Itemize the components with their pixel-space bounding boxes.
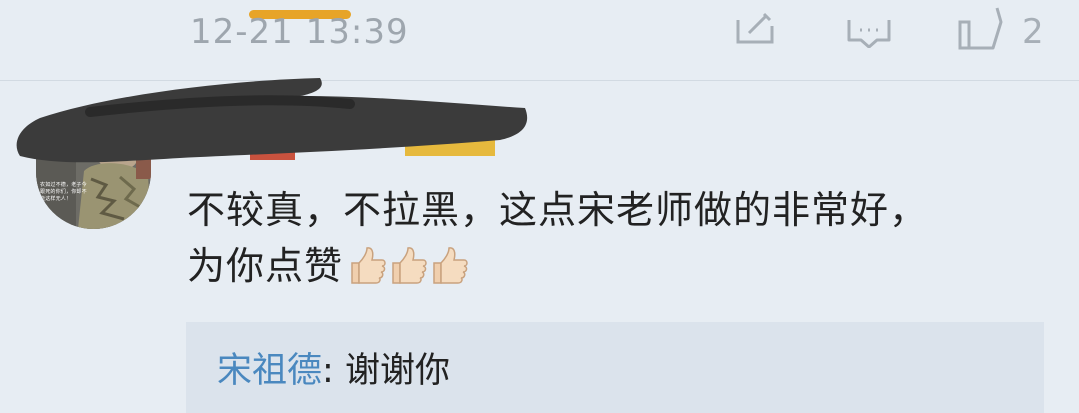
commenter-avatar[interactable]: 农如过不德，老子今跟死的你们，你却不能这样无人！ <box>36 149 151 229</box>
thumbs-up-emoji-group <box>349 244 472 300</box>
reply-author-link[interactable]: 宋祖德 <box>217 351 322 391</box>
post-action-bar: 12-21 13:39 2 <box>0 0 1079 81</box>
repost-button[interactable] <box>733 2 777 48</box>
like-button[interactable] <box>957 2 1005 50</box>
thumbs-up-emoji <box>433 247 468 284</box>
post-timestamp: 12-21 13:39 <box>190 12 409 52</box>
like-count: 2 <box>1022 12 1044 52</box>
reply-separator: : <box>322 351 345 391</box>
comment-button[interactable] <box>846 2 892 48</box>
reply-text: 谢谢你 <box>344 351 450 391</box>
thumbs-up-emoji <box>392 247 427 284</box>
repost-icon <box>733 2 777 46</box>
comment-line-2-text: 为你点赞 <box>187 244 344 288</box>
thumbs-up-emoji <box>351 247 386 284</box>
comment-line-1: 不较真，不拉黑，这点宋老师做的非常好， <box>187 188 929 232</box>
thumb-up-icon <box>957 2 1005 50</box>
comment-text: 不较真，不拉黑，这点宋老师做的非常好， 为你点赞 <box>187 182 1027 300</box>
comment-line-2: 为你点赞 <box>187 238 1027 300</box>
reply-item: 宋祖德: 谢谢你 <box>217 346 450 396</box>
comment-icon <box>846 2 892 48</box>
avatar-caption: 农如过不德，老子今跟死的你们，你却不能这样无人！ <box>40 182 87 202</box>
reply-thread[interactable]: 宋祖德: 谢谢你 <box>186 322 1044 413</box>
